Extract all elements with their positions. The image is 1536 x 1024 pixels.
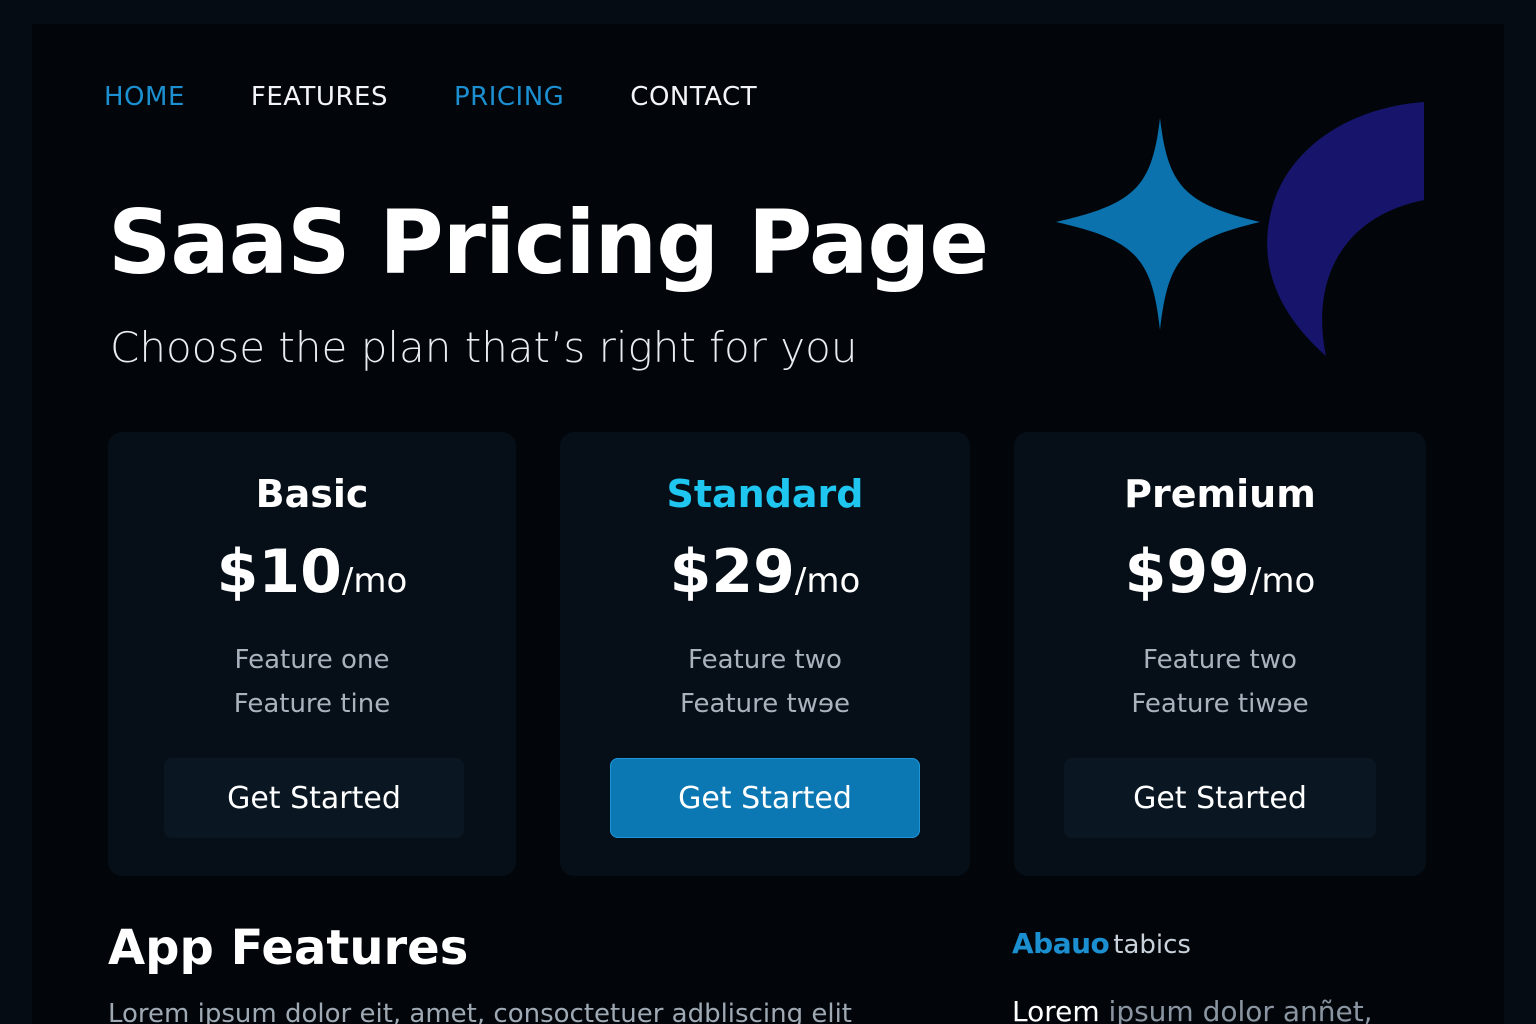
pricing-plans: Basic $10/mo Feature one Feature tine Ge… xyxy=(108,432,1428,876)
app-features-text: Lorem ipsum dolor eit, amet, consoctetue… xyxy=(108,999,852,1024)
plan-card-basic: Basic $10/mo Feature one Feature tine Ge… xyxy=(108,432,516,876)
crescent-shape xyxy=(1267,102,1424,356)
plan-price: $29/mo xyxy=(560,536,970,623)
plan-feature-list: Feature one Feature tine xyxy=(108,638,516,726)
price-amount: $10 xyxy=(216,537,342,607)
app-features-heading: App Features xyxy=(108,920,469,976)
brand-wordmark: tabics xyxy=(1113,930,1191,960)
plan-feature-list: Feature two Feature twɘe xyxy=(560,638,970,726)
plan-feature: Feature one xyxy=(234,645,390,675)
plan-feature: Feature tiwɘe xyxy=(1131,689,1309,719)
plan-name: Basic xyxy=(255,472,369,516)
price-period: /mo xyxy=(794,561,861,601)
plan-feature: Feature two xyxy=(688,645,842,675)
get-started-button-premium[interactable]: Get Started xyxy=(1064,758,1376,838)
get-started-button-basic[interactable]: Get Started xyxy=(164,758,464,838)
nav-home-link[interactable]: HOME xyxy=(104,80,185,114)
hero-decoration xyxy=(1056,102,1424,356)
page-title: SaaS Pricing Page xyxy=(108,191,989,294)
nav-features-link[interactable]: FEATURES xyxy=(251,80,388,114)
price-amount: $29 xyxy=(669,537,795,607)
top-nav: HOME FEATURES PRICING CONTACT xyxy=(104,80,823,114)
brand-mark: Abauo xyxy=(1012,927,1110,960)
get-started-button-standard[interactable]: Get Started xyxy=(610,758,920,838)
brand-text: Lorem ipsum dolor anñet, xyxy=(1012,992,1373,1024)
four-point-star-icon xyxy=(1056,118,1260,330)
nav-pricing-link[interactable]: PRICING xyxy=(454,80,564,114)
brand-logo: Abauo tabics xyxy=(1012,926,1191,966)
plan-price: $10/mo xyxy=(108,536,516,623)
brand-text-lead: Lorem xyxy=(1012,995,1100,1024)
plan-feature: Feature twɘe xyxy=(680,689,850,719)
price-period: /mo xyxy=(1249,561,1316,601)
page-subtitle: Choose the plan that’s right for you xyxy=(110,323,858,372)
plan-name: Premium xyxy=(1124,472,1316,516)
plan-card-standard: Standard $29/mo Feature two Feature twɘe… xyxy=(560,432,970,876)
brand-text-rest: ipsum dolor anñet, xyxy=(1099,995,1373,1024)
plan-feature: Feature tine xyxy=(233,689,391,719)
price-period: /mo xyxy=(341,561,408,601)
page-frame: HOME FEATURES PRICING CONTACT SaaS Prici… xyxy=(32,24,1504,1024)
plan-feature: Feature two xyxy=(1143,645,1297,675)
plan-card-premium: Premium $99/mo Feature two Feature tiwɘe… xyxy=(1014,432,1426,876)
nav-contact-link[interactable]: CONTACT xyxy=(630,80,757,114)
plan-name: Standard xyxy=(666,472,864,516)
plan-feature-list: Feature two Feature tiwɘe xyxy=(1014,638,1426,726)
price-amount: $99 xyxy=(1124,537,1250,607)
plan-price: $99/mo xyxy=(1014,536,1426,623)
